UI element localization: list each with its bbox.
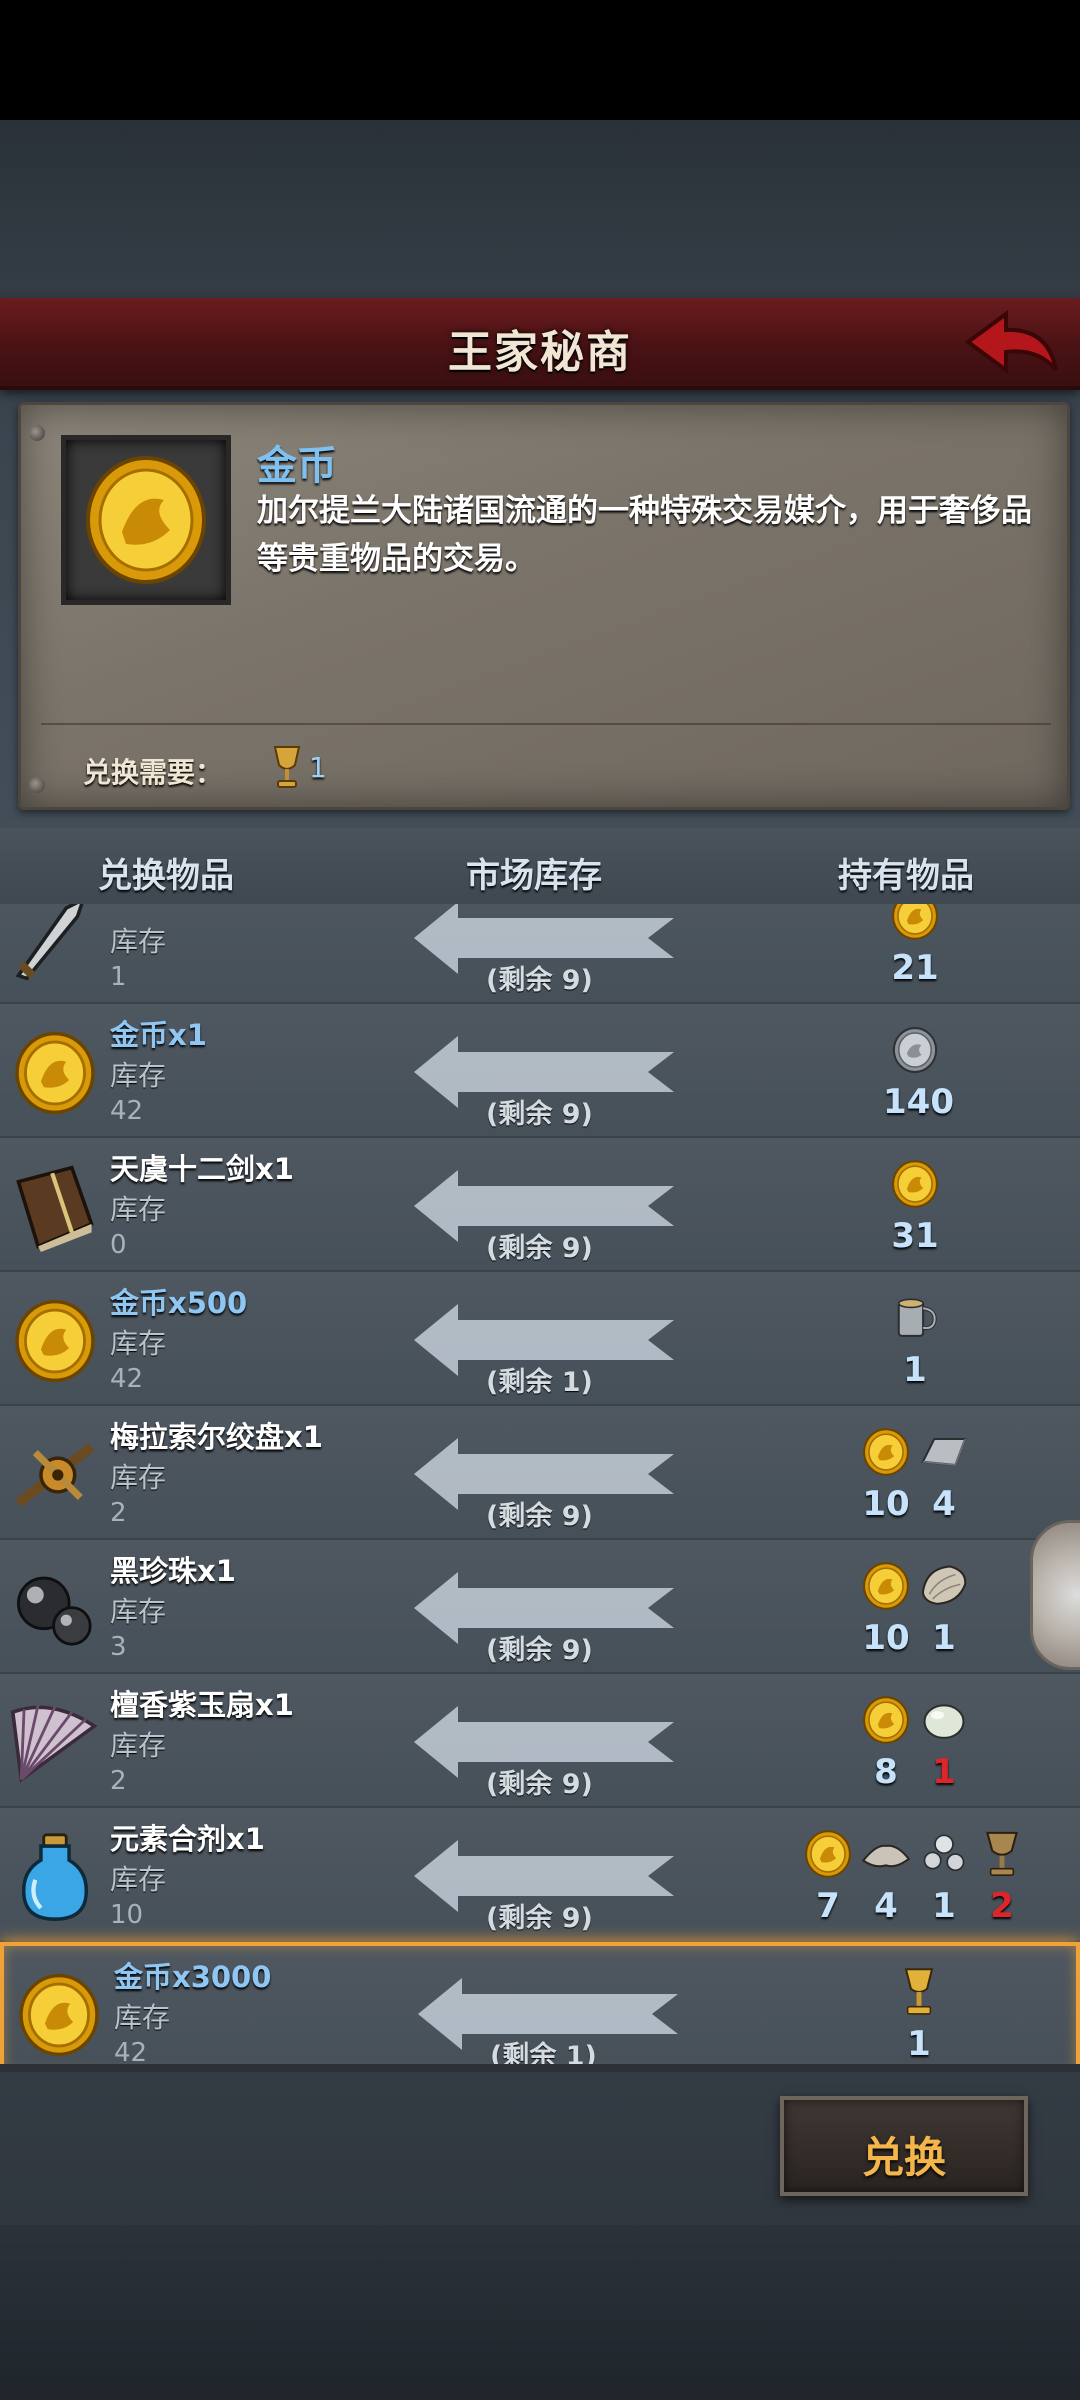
divider: [41, 723, 1051, 725]
owned-item-count: 21: [891, 948, 939, 988]
owned-item-count: 10: [862, 1484, 910, 1524]
stock-label: 库存: [110, 1863, 167, 1896]
market-remaining: (剩余 9): [486, 1903, 593, 1934]
exchange-row[interactable]: 金币x500 库存 42 (剩余 1) 1: [0, 1272, 1080, 1406]
dagger-icon: [10, 904, 100, 984]
stock-value: 2: [110, 1766, 127, 1796]
exchange-item-name: 元素合剂x1: [110, 1822, 265, 1856]
requirement-count: 1: [309, 751, 327, 784]
stock-value: 0: [110, 1230, 127, 1260]
folding-fan-icon: [10, 1698, 100, 1788]
market-remaining: (剩余 1): [486, 1367, 593, 1398]
exchange-row[interactable]: 檀香紫玉扇x1 库存 2 (剩余 9) 8 1: [0, 1674, 1080, 1808]
stock-value: 2: [110, 1498, 127, 1528]
owned-item-count: 1: [932, 1886, 956, 1926]
item-icon-frame: [61, 435, 231, 605]
stock-label: 库存: [110, 1595, 167, 1628]
exchange-item-name: 檀香紫玉扇x1: [110, 1688, 294, 1722]
stock-value: 42: [110, 1096, 144, 1126]
column-owned-items: 持有物品: [838, 856, 974, 896]
exchange-row[interactable]: 梅拉索尔绞盘x1 库存 2 (剩余 9) 10 4: [0, 1406, 1080, 1540]
stock-label: 库存: [110, 1327, 167, 1360]
nail-decoration: [29, 777, 45, 793]
stock-value: 42: [114, 2038, 148, 2064]
gold-coin-icon: [86, 456, 206, 584]
gold-coin-icon: [10, 1296, 100, 1386]
stock-value: 42: [110, 1364, 144, 1394]
title-bar: 王家秘商: [0, 298, 1080, 390]
owned-item-count: 140: [883, 1082, 954, 1122]
item-detail-card: 金币 加尔提兰大陆诸国流通的一种特殊交易媒介，用于奢侈品等贵重物品的交易。 兑换…: [18, 402, 1070, 810]
exchange-item-name: 黑珍珠x1: [110, 1554, 236, 1588]
list-bottom-border: [0, 2064, 1080, 2072]
exchange-item-name: 梅拉索尔绞盘x1: [110, 1420, 323, 1454]
market-remaining: (剩余 9): [486, 1635, 593, 1666]
exchange-item-name: 金币x500: [110, 1286, 248, 1320]
exchange-row[interactable]: 金币x1 库存 42 (剩余 9) 140: [0, 1004, 1080, 1138]
exchange-row[interactable]: 黑珍珠x1 库存 3 (剩余 9) 10 1: [0, 1540, 1080, 1674]
exchange-row[interactable]: 天虞十二剑x1 库存 0 (剩余 9) 31: [0, 1138, 1080, 1272]
stock-value: 3: [110, 1632, 127, 1662]
exchange-row[interactable]: 金币x3000 库存 42 (剩余 1) 1: [0, 1942, 1080, 2064]
owned-item-count: 2: [990, 1886, 1014, 1926]
item-description: 加尔提兰大陆诸国流通的一种特殊交易媒介，用于奢侈品等贵重物品的交易。: [257, 493, 1032, 577]
golden-goblet-icon: [271, 743, 303, 795]
owned-item-count: 1: [932, 1752, 956, 1792]
back-arrow-icon: [964, 310, 1058, 374]
gold-coin-icon: [14, 1970, 104, 2060]
winch-icon: [10, 1430, 100, 1520]
owned-item-count: 1: [907, 2024, 931, 2064]
owned-item-count: 31: [891, 1216, 939, 1256]
requirement-label: 兑换需要：: [83, 756, 224, 789]
stock-label: 库存: [110, 1059, 167, 1092]
stock-label: 库存: [110, 1461, 167, 1494]
column-exchange-item: 兑换物品: [98, 856, 234, 896]
exchange-row[interactable]: 库存 1 (剩余 9) 21: [0, 904, 1080, 1004]
stock-label: 库存: [110, 925, 167, 958]
market-remaining: (剩余 1): [490, 2041, 597, 2064]
stock-label: 库存: [110, 1193, 167, 1226]
exchange-item-name: 金币x3000: [114, 1960, 272, 1994]
exchange-list[interactable]: 库存 1 (剩余 9) 21 金币x1 库存 42 (剩余 9) 140 天虞十二剑x1 库存 0 (剩…: [0, 904, 1080, 2064]
stock-value: 10: [110, 1900, 144, 1930]
list-header: 兑换物品 市场库存 持有物品: [0, 828, 1080, 904]
stock-value: 1: [110, 962, 127, 992]
market-remaining: (剩余 9): [486, 1769, 593, 1800]
owned-item-count: 7: [816, 1886, 840, 1926]
nail-decoration: [29, 425, 45, 441]
owned-item-count: 4: [874, 1886, 898, 1926]
owned-item-count: 1: [932, 1618, 956, 1658]
side-avatar[interactable]: [1030, 1520, 1080, 1670]
exchange-row[interactable]: 元素合剂x1 库存 10 (剩余 9) 7 4 1 2: [0, 1808, 1080, 1942]
exchange-button-label: 兑换: [861, 2133, 946, 2182]
exchange-item-name: 金币x1: [110, 1018, 207, 1052]
black-pearl-icon: [10, 1564, 100, 1654]
gold-coin-icon: [10, 1028, 100, 1118]
page-title: 王家秘商: [448, 327, 632, 378]
owned-item-count: 4: [932, 1484, 956, 1524]
column-market-stock: 市场库存: [466, 856, 602, 896]
exchange-item-name: 天虞十二剑x1: [110, 1152, 294, 1186]
stock-label: 库存: [114, 2001, 171, 2034]
potion-bottle-icon: [10, 1832, 100, 1922]
market-remaining: (剩余 9): [486, 1099, 593, 1130]
back-button[interactable]: [962, 308, 1062, 380]
exchange-button[interactable]: 兑换: [780, 2096, 1028, 2196]
owned-item-count: 10: [862, 1618, 910, 1658]
stock-label: 库存: [110, 1729, 167, 1762]
owned-item-count: 1: [903, 1350, 927, 1390]
market-remaining: (剩余 9): [486, 1233, 593, 1264]
market-remaining: (剩余 9): [486, 965, 593, 996]
owned-item-count: 8: [874, 1752, 898, 1792]
market-remaining: (剩余 9): [486, 1501, 593, 1532]
book-icon: [10, 1162, 100, 1252]
item-name: 金币: [257, 443, 337, 489]
status-bar: [0, 0, 1080, 120]
